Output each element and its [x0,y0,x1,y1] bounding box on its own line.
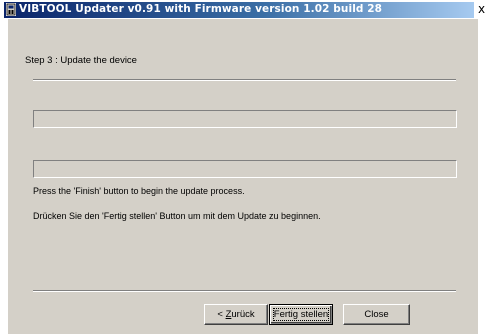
window-title: VIBTOOL Updater v0.91 with Firmware vers… [19,3,383,15]
updater-window: VIBTOOL Updater v0.91 with Firmware vers… [0,0,489,334]
app-icon [6,3,16,16]
step-title: Step 3 : Update the device [25,55,137,66]
close-button-label: Close [364,309,389,320]
instruction-german: Drücken Sie den 'Fertig stellen' Button … [33,211,321,221]
title-bar[interactable]: VIBTOOL Updater v0.91 with Firmware vers… [0,0,489,19]
close-button[interactable]: Close [343,304,410,325]
back-button-label: < Zurück [217,309,255,320]
progress-bar-1 [33,110,457,128]
progress-bar-2 [33,160,457,178]
close-icon[interactable]: x [478,2,489,17]
back-button[interactable]: < Zurück [204,304,268,325]
instruction-english: Press the 'Finish' button to begin the u… [33,186,245,196]
finish-button-label: Fertig stellen [273,309,329,320]
footer-separator [33,290,456,292]
header-separator [33,79,456,81]
finish-button[interactable]: Fertig stellen [269,304,333,325]
